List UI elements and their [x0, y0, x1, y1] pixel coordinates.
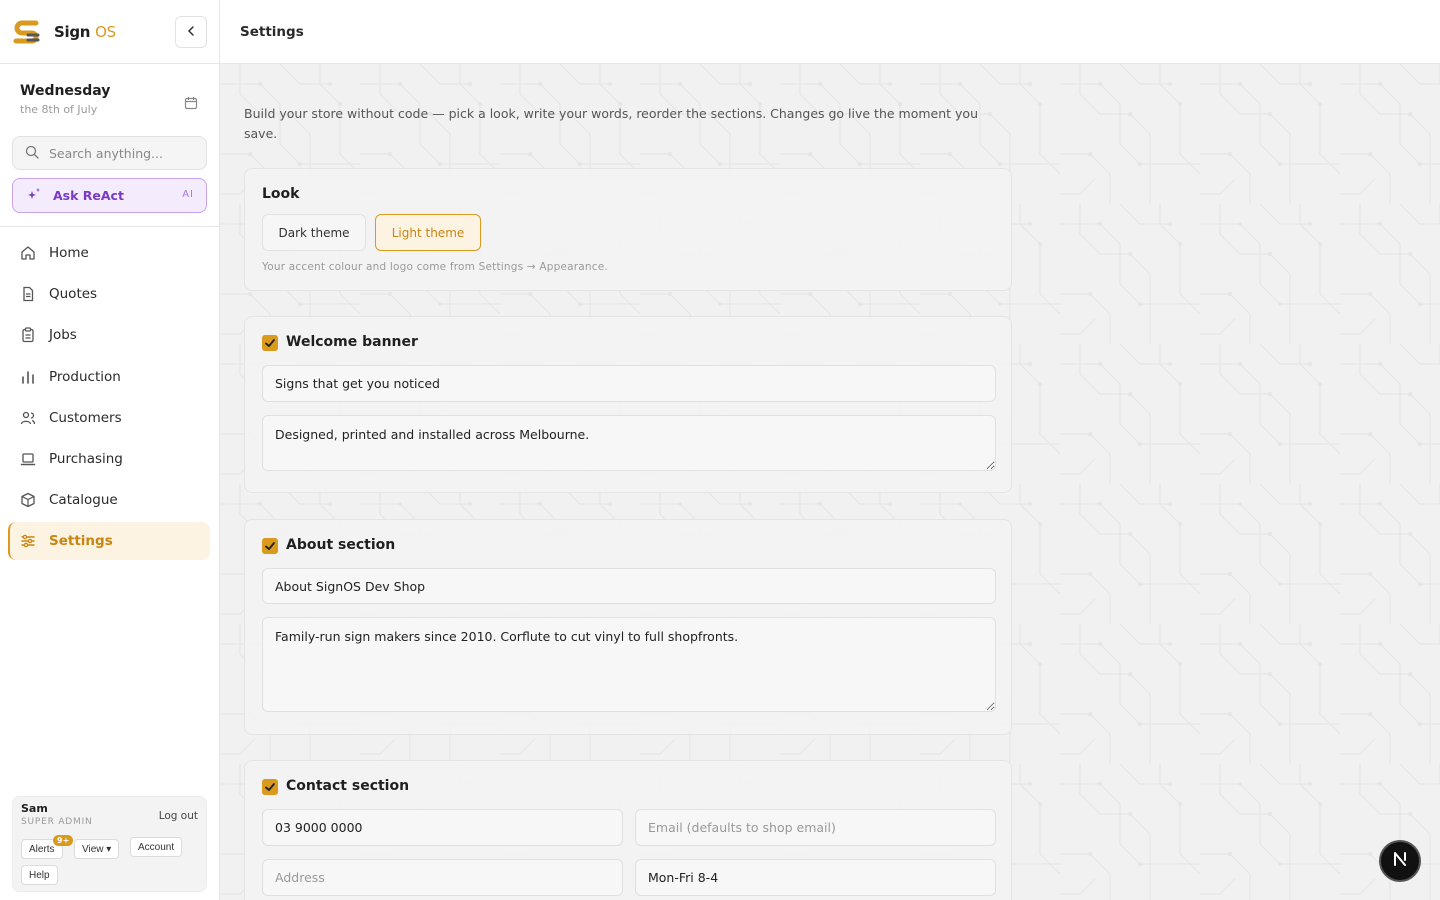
- check-icon: [265, 783, 275, 791]
- document-icon: [20, 286, 36, 302]
- contact-section-card: Contact section: [244, 760, 1012, 900]
- sidebar-item-label: Home: [49, 245, 89, 261]
- main-content: Build your store without code — pick a l…: [220, 64, 1440, 900]
- nav-divider: [0, 226, 219, 227]
- chevron-left-icon: [185, 25, 197, 40]
- welcome-body-textarea[interactable]: Designed, printed and installed across M…: [262, 415, 996, 471]
- hours-input[interactable]: [635, 859, 996, 896]
- box-icon: [20, 492, 36, 508]
- search-input[interactable]: [49, 145, 199, 161]
- sidebar-item-label: Catalogue: [49, 492, 118, 509]
- about-heading-input[interactable]: [262, 568, 996, 604]
- next-dev-button[interactable]: [1379, 840, 1421, 882]
- sidebar-item-customers[interactable]: Customers: [8, 399, 210, 437]
- phone-input[interactable]: [262, 809, 623, 846]
- intro-text: Build your store without code — pick a l…: [244, 106, 978, 141]
- users-icon: [20, 410, 36, 426]
- look-title: Look: [262, 186, 300, 202]
- ai-tag: AI: [182, 189, 194, 200]
- main-nav: Home Quotes Jobs Production Customers Pu…: [8, 234, 210, 564]
- n-logo-icon: [1391, 850, 1409, 872]
- brand-name: Sign OS: [54, 22, 116, 41]
- about-body-textarea[interactable]: Family-run sign makers since 2010. Corfl…: [262, 617, 996, 712]
- logout-link[interactable]: Log out: [159, 810, 198, 822]
- sidebar-item-label: Settings: [49, 533, 113, 550]
- about-section-title: About section: [286, 537, 396, 553]
- address-input[interactable]: [262, 859, 623, 896]
- logo-icon: [12, 17, 42, 47]
- account-button[interactable]: Account: [130, 837, 183, 857]
- page-title: Settings: [240, 23, 304, 40]
- ask-react-label: Ask ReAct: [53, 188, 124, 203]
- sidebar-item-quotes[interactable]: Quotes: [8, 275, 210, 313]
- top-bar: Settings: [220, 0, 1440, 64]
- check-icon: [265, 542, 275, 550]
- search-box[interactable]: [12, 136, 207, 170]
- about-section-checkbox[interactable]: [262, 538, 278, 554]
- brand: Sign OS: [0, 0, 219, 64]
- collapse-sidebar-button[interactable]: [175, 16, 207, 48]
- welcome-heading-input[interactable]: [262, 365, 996, 402]
- welcome-banner-card: Welcome banner Designed, printed and ins…: [244, 316, 1012, 493]
- sidebar-item-production[interactable]: Production: [8, 358, 210, 396]
- contact-section-title: Contact section: [286, 778, 410, 794]
- sidebar-item-label: Customers: [49, 409, 122, 426]
- clipboard-icon: [20, 327, 36, 343]
- date-sub: the 8th of July: [20, 103, 98, 116]
- laptop-icon: [20, 451, 36, 467]
- dark-theme-button[interactable]: Dark theme: [262, 214, 366, 251]
- bar-chart-icon: [20, 369, 36, 385]
- date-display: Wednesday the 8th of July: [20, 83, 110, 116]
- sidebar-item-jobs[interactable]: Jobs: [8, 316, 210, 354]
- sparkle-icon: [27, 186, 41, 205]
- sidebar-item-catalogue[interactable]: Catalogue: [8, 481, 210, 519]
- sidebar-item-label: Quotes: [49, 286, 98, 303]
- sidebar-item-label: Jobs: [49, 327, 77, 344]
- user-role: SUPER ADMIN: [21, 817, 93, 827]
- date-day: Wednesday: [20, 83, 111, 99]
- user-name: Sam: [21, 802, 48, 815]
- sidebar-item-settings[interactable]: Settings: [8, 522, 210, 561]
- calendar-icon[interactable]: [184, 95, 198, 110]
- alerts-badge: 9+: [53, 835, 74, 846]
- contact-section-checkbox[interactable]: [262, 779, 278, 795]
- about-section-card: About section Family-run sign makers sin…: [244, 519, 1012, 735]
- welcome-banner-title: Welcome banner: [286, 334, 418, 350]
- sliders-icon: [20, 533, 36, 549]
- sidebar: Sign OS Wednesday the 8th of July Ask Re…: [0, 0, 220, 900]
- sidebar-item-purchasing[interactable]: Purchasing: [8, 440, 210, 478]
- email-input[interactable]: [635, 809, 996, 846]
- view-dropdown[interactable]: View ▾: [74, 839, 120, 859]
- user-card: Sam SUPER ADMIN Log out Alerts 9+ View ▾…: [12, 796, 207, 892]
- sidebar-item-label: Purchasing: [49, 450, 123, 467]
- look-card: Look Dark theme Light theme Your accent …: [244, 168, 1012, 291]
- light-theme-button[interactable]: Light theme: [375, 214, 481, 251]
- appearance-hint: Your accent colour and logo come from Se…: [262, 261, 608, 273]
- check-icon: [265, 339, 275, 347]
- home-icon: [20, 245, 36, 261]
- sidebar-item-label: Production: [49, 368, 121, 385]
- ask-react-button[interactable]: Ask ReAct AI: [12, 178, 207, 213]
- help-button[interactable]: Help: [21, 865, 58, 885]
- sidebar-item-home[interactable]: Home: [8, 234, 210, 272]
- welcome-banner-checkbox[interactable]: [262, 335, 278, 351]
- search-icon: [25, 144, 39, 163]
